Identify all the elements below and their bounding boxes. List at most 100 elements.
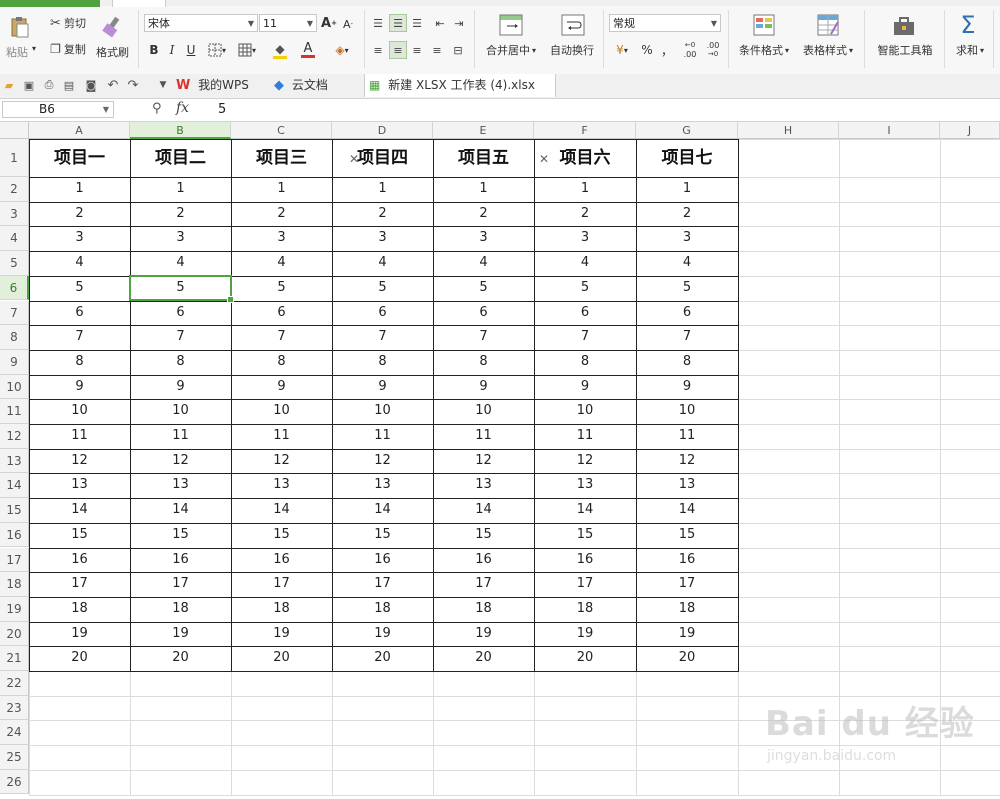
conditional-format-button[interactable]: 条件格式 ▾ (734, 42, 794, 58)
paste-button[interactable] (6, 14, 34, 40)
table-cell[interactable]: 15 (534, 523, 636, 548)
header-cell[interactable]: 项目五 (433, 139, 534, 177)
row-header-3[interactable]: 3 (0, 201, 29, 227)
table-cell[interactable]: 13 (231, 473, 332, 498)
table-cell[interactable]: 14 (231, 498, 332, 523)
table-cell[interactable]: 15 (332, 523, 433, 548)
table-cell[interactable]: 17 (433, 572, 534, 597)
align-center-button[interactable]: ≡ (389, 41, 407, 59)
table-cell[interactable]: 11 (534, 424, 636, 449)
table-cell[interactable]: 3 (433, 226, 534, 251)
header-cell[interactable]: 项目四 (332, 139, 433, 177)
header-cell[interactable]: 项目二 (130, 139, 231, 177)
table-cell[interactable]: 14 (29, 498, 130, 523)
table-cell[interactable]: 20 (534, 646, 636, 671)
row-header-20[interactable]: 20 (0, 621, 29, 647)
column-header-h[interactable]: H (738, 122, 839, 139)
clear-format-button[interactable]: ◈ ▾ (330, 42, 354, 58)
table-cell[interactable]: 3 (231, 226, 332, 251)
save-icon[interactable]: ▣ (22, 78, 36, 92)
decrease-indent-button[interactable]: ⇤ (432, 14, 448, 32)
font-size-select[interactable]: 11 ▼ (259, 14, 317, 32)
table-cell[interactable]: 17 (231, 572, 332, 597)
decrease-decimal-button[interactable]: .00 →0 (703, 40, 723, 60)
table-cell[interactable]: 17 (29, 572, 130, 597)
undo-icon[interactable]: ↶ (106, 78, 120, 93)
tab-home[interactable] (112, 0, 166, 7)
table-cell[interactable]: 3 (636, 226, 738, 251)
smart-toolbox-button[interactable]: 智能工具箱 (872, 42, 938, 58)
table-cell[interactable]: 16 (534, 548, 636, 573)
table-cell[interactable]: 10 (231, 399, 332, 424)
table-cell[interactable]: 9 (534, 375, 636, 400)
table-cell[interactable]: 12 (231, 449, 332, 474)
row-header-11[interactable]: 11 (0, 399, 29, 424)
table-cell[interactable]: 20 (130, 646, 231, 671)
italic-button[interactable]: I (164, 41, 180, 59)
fill-handle[interactable] (227, 296, 234, 304)
column-header-g[interactable]: G (636, 122, 738, 139)
header-cell[interactable]: 项目三 (231, 139, 332, 177)
table-cell[interactable]: 20 (332, 646, 433, 671)
sum-button[interactable]: 求和 ▾ (950, 42, 990, 58)
bold-button[interactable]: B (146, 41, 162, 59)
table-cell[interactable]: 12 (636, 449, 738, 474)
table-cell[interactable]: 12 (29, 449, 130, 474)
tab-cloud-docs[interactable]: ◆ 云文档 (274, 74, 360, 97)
table-cell[interactable]: 4 (534, 251, 636, 276)
column-header-j[interactable]: J (940, 122, 1000, 139)
table-cell[interactable]: 7 (130, 325, 231, 350)
row-header-7[interactable]: 7 (0, 300, 29, 326)
table-cell[interactable]: 19 (534, 622, 636, 647)
table-cell[interactable]: 18 (534, 597, 636, 622)
table-cell[interactable]: 13 (433, 473, 534, 498)
table-cell[interactable]: 5 (29, 276, 130, 301)
table-cell[interactable]: 18 (231, 597, 332, 622)
table-cell[interactable]: 18 (29, 597, 130, 622)
paste-arrow-icon[interactable]: ▾ (32, 44, 36, 53)
row-header-14[interactable]: 14 (0, 473, 29, 499)
table-cell[interactable]: 4 (433, 251, 534, 276)
table-cell[interactable]: 17 (636, 572, 738, 597)
table-cell[interactable]: 7 (332, 325, 433, 350)
table-cell[interactable]: 2 (534, 202, 636, 227)
table-cell[interactable]: 18 (636, 597, 738, 622)
table-cell[interactable]: 6 (636, 301, 738, 326)
font-name-select[interactable]: 宋体 ▼ (144, 14, 258, 32)
table-cell[interactable]: 2 (231, 202, 332, 227)
table-cell[interactable]: 1 (29, 177, 130, 202)
row-header-17[interactable]: 17 (0, 547, 29, 573)
table-cell[interactable]: 6 (29, 301, 130, 326)
table-cell[interactable]: 7 (29, 325, 130, 350)
header-cell[interactable]: 项目七 (636, 139, 738, 177)
table-cell[interactable]: 6 (130, 301, 231, 326)
row-header-22[interactable]: 22 (0, 671, 29, 696)
table-cell[interactable]: 13 (332, 473, 433, 498)
increase-decimal-button[interactable]: ←0.00 (680, 40, 700, 60)
table-cell[interactable]: 4 (29, 251, 130, 276)
table-cell[interactable]: 8 (636, 350, 738, 375)
table-cell[interactable]: 13 (636, 473, 738, 498)
table-cell[interactable]: 5 (332, 276, 433, 301)
row-header-9[interactable]: 9 (0, 349, 29, 375)
table-cell[interactable]: 2 (29, 202, 130, 227)
format-painter-button[interactable] (94, 12, 130, 42)
table-cell[interactable]: 20 (433, 646, 534, 671)
table-cell[interactable]: 6 (433, 301, 534, 326)
table-cell[interactable]: 11 (332, 424, 433, 449)
wrap-text-button[interactable]: 自动换行 (546, 42, 598, 58)
table-cell[interactable]: 12 (534, 449, 636, 474)
table-cell[interactable]: 8 (534, 350, 636, 375)
column-header-i[interactable]: I (839, 122, 940, 139)
row-header-25[interactable]: 25 (0, 745, 29, 770)
font-color-button[interactable]: A (296, 40, 320, 60)
table-cell[interactable]: 4 (332, 251, 433, 276)
table-cell[interactable]: 8 (332, 350, 433, 375)
increase-indent-button[interactable]: ⇥ (451, 14, 467, 32)
row-header-26[interactable]: 26 (0, 769, 29, 795)
row-header-4[interactable]: 4 (0, 226, 29, 252)
table-cell[interactable]: 5 (231, 276, 332, 301)
currency-button[interactable]: ¥ ▾ (610, 42, 634, 58)
borders-button[interactable]: ▾ (204, 42, 230, 58)
table-cell[interactable]: 3 (29, 226, 130, 251)
